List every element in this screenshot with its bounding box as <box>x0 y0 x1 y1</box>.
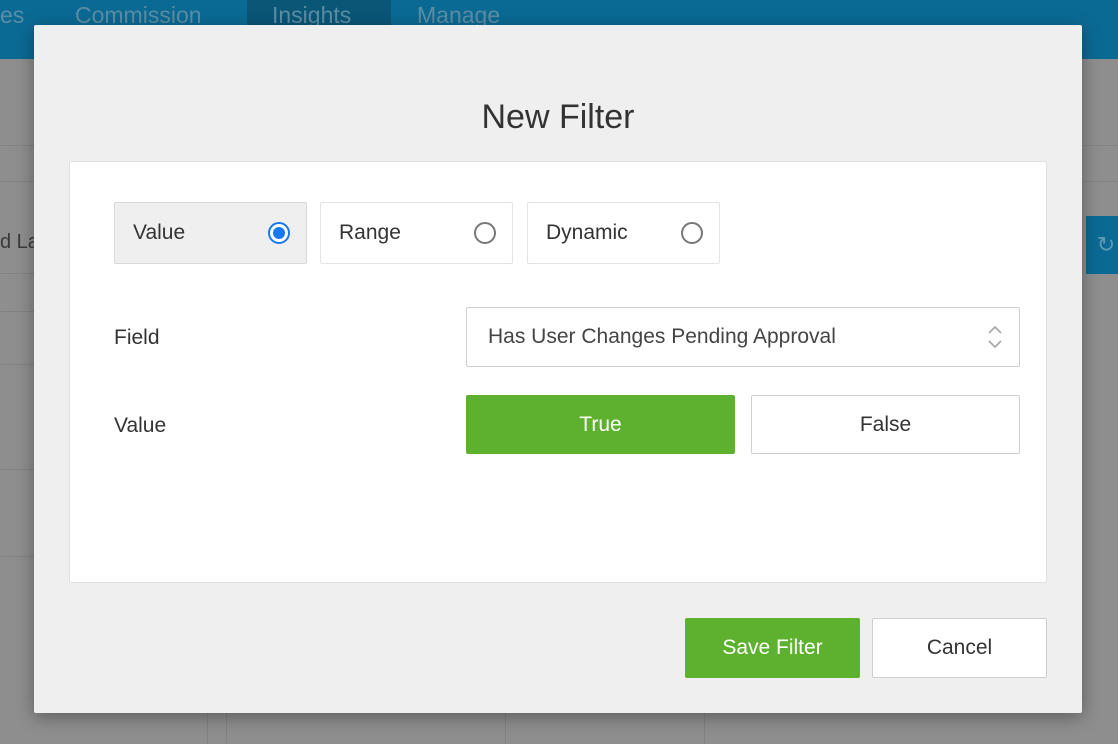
filter-type-label: Dynamic <box>546 221 628 244</box>
bg-divider <box>207 713 208 744</box>
bg-divider <box>226 713 227 744</box>
value-label: Value <box>114 414 167 437</box>
field-select[interactable]: Has User Changes Pending Approval <box>466 307 1020 367</box>
field-select-value: Has User Changes Pending Approval <box>488 325 836 348</box>
true-button[interactable]: True <box>466 395 735 454</box>
radio-unchecked-icon[interactable] <box>681 222 703 244</box>
filter-type-label: Value <box>133 221 186 244</box>
chevron-up-down-icon <box>988 325 1002 349</box>
bg-divider <box>505 713 506 744</box>
filter-type-dynamic[interactable]: Dynamic <box>527 202 720 264</box>
cancel-button[interactable]: Cancel <box>872 618 1047 678</box>
save-filter-button[interactable]: Save Filter <box>685 618 860 678</box>
filter-type-label: Range <box>339 221 401 244</box>
filter-type-range[interactable]: Range <box>320 202 513 264</box>
radio-unchecked-icon[interactable] <box>474 222 496 244</box>
radio-checked-icon[interactable] <box>268 222 290 244</box>
refresh-icon: ↻ <box>1086 216 1118 274</box>
filter-panel: Value Range Dynamic Field Has User Chang… <box>69 161 1047 583</box>
bg-divider <box>704 713 705 744</box>
new-filter-modal: New Filter Value Range Dynamic Field Has… <box>34 25 1082 713</box>
filter-type-value[interactable]: Value <box>114 202 307 264</box>
modal-title: New Filter <box>481 98 635 136</box>
field-label: Field <box>114 326 160 349</box>
false-button[interactable]: False <box>751 395 1020 454</box>
